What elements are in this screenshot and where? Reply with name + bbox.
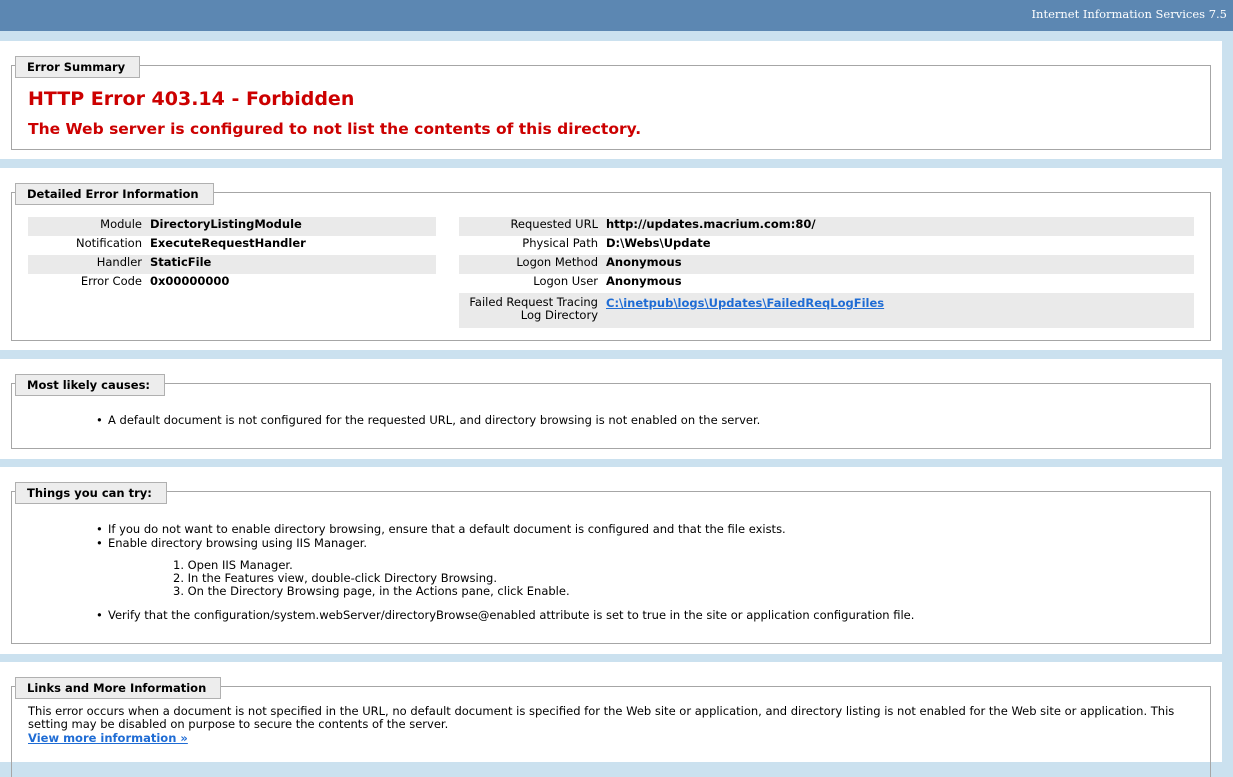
list-item: Enable directory browsing using IIS Mana…	[96, 536, 786, 551]
table-row: Physical Path D:\Webs\Update	[459, 236, 1194, 255]
error-summary-box: Error Summary HTTP Error 403.14 - Forbid…	[11, 56, 1211, 150]
list-item: 3. On the Directory Browsing page, in th…	[173, 584, 570, 598]
causes-legend: Most likely causes:	[15, 374, 166, 396]
detail-label: Handler	[28, 255, 150, 274]
list-item: Verify that the configuration/system.web…	[96, 608, 914, 623]
table-row: Error Code 0x00000000	[28, 274, 436, 293]
error-summary-panel: Error Summary HTTP Error 403.14 - Forbid…	[0, 41, 1222, 159]
detail-value: C:\inetpub\logs\Updates\FailedReqLogFile…	[606, 293, 1194, 328]
try-steps: 1. Open IIS Manager. 2. In the Features …	[173, 559, 570, 598]
detailed-error-panel: Detailed Error Information Module Direct…	[0, 168, 1222, 350]
detail-value: StaticFile	[150, 255, 436, 274]
links-box: Links and More Information This error oc…	[11, 677, 1211, 777]
detail-label: Failed Request Tracing Log Directory	[459, 293, 606, 328]
list-item: A default document is not configured for…	[96, 413, 760, 428]
links-panel: Links and More Information This error oc…	[0, 662, 1222, 777]
detail-label: Requested URL	[459, 217, 606, 236]
detail-value: Anonymous	[606, 274, 682, 288]
failed-request-log-link[interactable]: C:\inetpub\logs\Updates\FailedReqLogFile…	[606, 296, 884, 310]
causes-panel: Most likely causes: A default document i…	[0, 359, 1222, 459]
try-list-bottom: Verify that the configuration/system.web…	[96, 608, 914, 623]
links-description: This error occurs when a document is not…	[28, 704, 1175, 731]
detail-value: ExecuteRequestHandler	[150, 236, 306, 250]
causes-list: A default document is not configured for…	[96, 413, 760, 428]
table-row: Module DirectoryListingModule	[28, 217, 436, 236]
table-row: Notification ExecuteRequestHandler	[28, 236, 436, 255]
detail-label: Logon Method	[459, 255, 606, 274]
detail-value: http://updates.macrium.com:80/	[606, 217, 1194, 236]
detail-value: 0x00000000	[150, 274, 230, 288]
try-legend: Things you can try:	[15, 482, 167, 504]
detail-label: Module	[28, 217, 150, 236]
trace-label-line1: Failed Request Tracing	[469, 295, 598, 309]
error-code-heading: HTTP Error 403.14 - Forbidden	[28, 88, 355, 110]
detail-label: Error Code	[80, 274, 142, 288]
detail-value: Anonymous	[606, 255, 1194, 274]
table-row: Failed Request Tracing Log Directory C:\…	[459, 293, 1194, 328]
details-right-table: Requested URL http://updates.macrium.com…	[459, 217, 1194, 328]
list-item: If you do not want to enable directory b…	[96, 522, 786, 537]
error-summary-legend: Error Summary	[15, 56, 141, 78]
try-panel: Things you can try: If you do not want t…	[0, 467, 1222, 654]
try-list-top: If you do not want to enable directory b…	[96, 522, 786, 551]
details-left-table: Module DirectoryListingModule Notificati…	[28, 217, 436, 293]
detail-label: Physical Path	[522, 236, 598, 250]
try-box: Things you can try: If you do not want t…	[11, 482, 1211, 644]
table-row: Logon Method Anonymous	[459, 255, 1194, 274]
links-legend: Links and More Information	[15, 677, 222, 699]
causes-box: Most likely causes: A default document i…	[11, 374, 1211, 449]
trace-label-line2: Log Directory	[520, 308, 598, 322]
detail-value: D:\Webs\Update	[606, 236, 711, 250]
detailed-error-legend: Detailed Error Information	[15, 183, 214, 205]
table-row: Logon User Anonymous	[459, 274, 1194, 293]
table-row: Requested URL http://updates.macrium.com…	[459, 217, 1194, 236]
error-message-heading: The Web server is configured to not list…	[28, 120, 642, 138]
title-bar: Internet Information Services 7.5	[0, 0, 1233, 31]
detailed-error-box: Detailed Error Information Module Direct…	[11, 183, 1211, 341]
view-more-link[interactable]: View more information »	[28, 731, 188, 745]
table-row: Handler StaticFile	[28, 255, 436, 274]
header-title: Internet Information Services 7.5	[1031, 7, 1227, 21]
detail-label: Notification	[76, 236, 142, 250]
detail-label: Logon User	[533, 274, 598, 288]
detail-value: DirectoryListingModule	[150, 217, 436, 236]
